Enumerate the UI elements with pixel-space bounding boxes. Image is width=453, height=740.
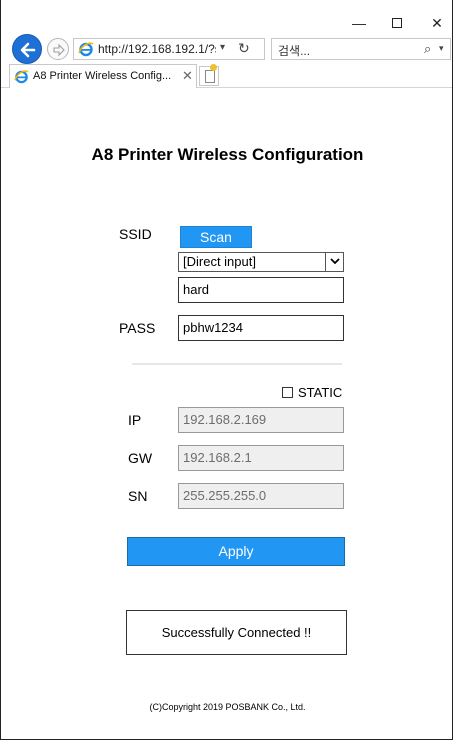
ssid-label: SSID xyxy=(119,226,152,242)
new-tab-icon xyxy=(205,70,215,83)
password-input[interactable]: pbhw1234 xyxy=(178,315,344,341)
copyright-text: (C)Copyright 2019 POSBANK Co., Ltd. xyxy=(149,702,306,712)
minimize-button[interactable]: — xyxy=(344,14,374,32)
address-dropdown-icon[interactable]: ▾ xyxy=(220,42,225,53)
browser-window: — ✕ http://192.168.192.1/?ssi ▾ ↻ 검색... … xyxy=(0,0,453,740)
address-bar[interactable]: http://192.168.192.1/?ssi ▾ ↻ xyxy=(73,38,265,60)
search-dropdown-icon[interactable]: ▾ xyxy=(439,43,444,54)
tab-label: A8 Printer Wireless Config... xyxy=(33,70,172,82)
ip-field: 192.168.2.169 xyxy=(178,407,344,433)
page-title: A8 Printer Wireless Configuration xyxy=(91,145,364,164)
refresh-icon[interactable]: ↻ xyxy=(238,40,250,57)
ie-page-icon xyxy=(78,42,94,57)
maximize-button[interactable] xyxy=(382,14,412,32)
ssid-select-value: [Direct input] xyxy=(183,254,256,269)
new-tab-star-icon xyxy=(210,64,217,71)
close-window-button[interactable]: ✕ xyxy=(422,14,452,32)
tab-strip: A8 Printer Wireless Config... ✕ xyxy=(1,64,452,88)
back-arrow-icon xyxy=(20,42,36,58)
ssid-select[interactable]: [Direct input] xyxy=(178,252,344,272)
pass-label: PASS xyxy=(119,320,156,336)
url-text: http://192.168.192.1/?ssi xyxy=(98,42,216,56)
subnet-field: 255.255.255.0 xyxy=(178,483,344,509)
static-checkbox[interactable] xyxy=(282,387,293,398)
status-message: Successfully Connected !! xyxy=(126,610,347,655)
ssid-input[interactable]: hard xyxy=(178,277,344,303)
apply-button[interactable]: Apply xyxy=(127,537,345,566)
ie-tab-icon xyxy=(14,70,29,84)
scan-button[interactable]: Scan xyxy=(180,226,252,248)
gw-label: GW xyxy=(128,450,153,466)
tab-printer-config[interactable]: A8 Printer Wireless Config... ✕ xyxy=(9,64,197,88)
back-button[interactable] xyxy=(12,34,42,64)
search-placeholder: 검색... xyxy=(278,44,311,58)
chevron-down-icon xyxy=(325,253,343,271)
gateway-field: 192.168.2.1 xyxy=(178,445,344,471)
search-bar[interactable]: 검색... ⌕ ▾ xyxy=(271,38,451,60)
search-icon[interactable]: ⌕ xyxy=(424,41,431,57)
static-label: STATIC xyxy=(298,385,343,400)
tab-close-icon[interactable]: ✕ xyxy=(182,68,193,84)
forward-button[interactable] xyxy=(47,38,69,60)
divider xyxy=(132,363,342,365)
new-tab-button[interactable] xyxy=(199,64,219,86)
ip-label: IP xyxy=(128,412,142,428)
sn-label: SN xyxy=(128,488,148,504)
forward-arrow-icon xyxy=(53,43,65,57)
maximize-icon xyxy=(392,18,402,28)
